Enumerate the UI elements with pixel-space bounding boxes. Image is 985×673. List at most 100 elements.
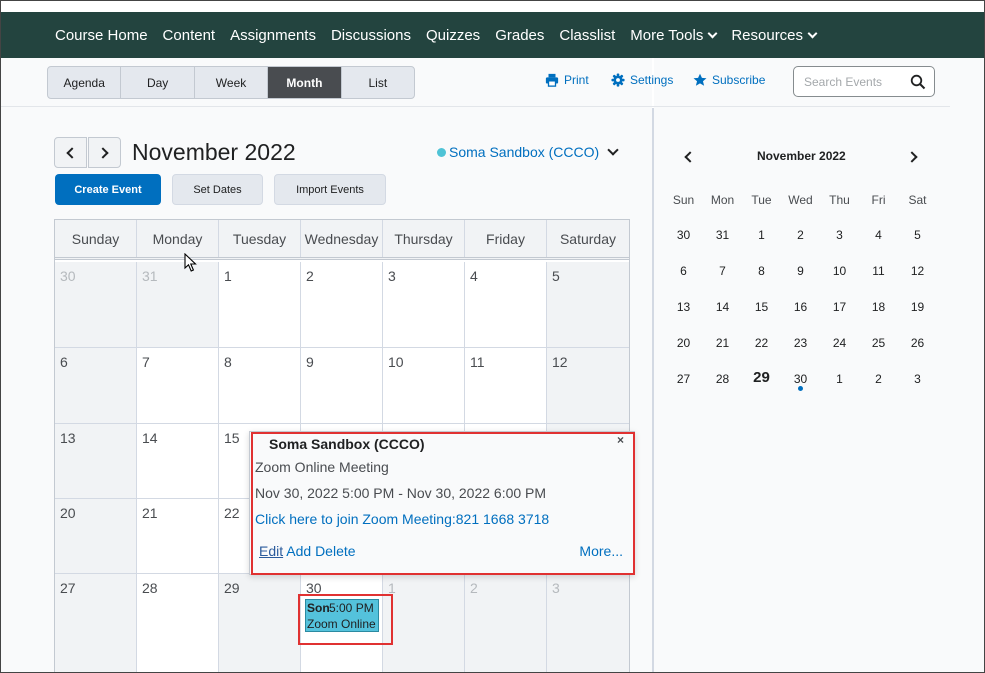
calendar-day-cell[interactable]: 1 (219, 262, 301, 348)
set-dates-button[interactable]: Set Dates (172, 174, 263, 205)
subscribe-link[interactable]: Subscribe (693, 73, 765, 87)
mini-calendar-day[interactable]: 18 (859, 300, 898, 314)
mini-calendar-day[interactable]: 23 (781, 336, 820, 350)
calendar-day-cell[interactable]: 11 (465, 348, 547, 424)
mini-calendar-day[interactable]: 6 (664, 264, 703, 278)
tab-week[interactable]: Week (195, 67, 269, 98)
mini-calendar-day[interactable]: 25 (859, 336, 898, 350)
mini-calendar-day[interactable]: 29 (742, 369, 781, 386)
nav-more-tools[interactable]: More Tools (630, 27, 718, 44)
day-number: 6 (60, 354, 68, 370)
mini-calendar-day[interactable]: 4 (859, 228, 898, 242)
mini-calendar-day[interactable]: 19 (898, 300, 937, 314)
calendar-day-cell[interactable]: 21 (137, 499, 219, 574)
mini-calendar-day[interactable]: 11 (859, 264, 898, 278)
mini-calendar-day[interactable]: 8 (742, 264, 781, 278)
day-number: 28 (142, 580, 158, 596)
tab-list[interactable]: List (342, 67, 414, 98)
mini-calendar-day[interactable]: 14 (703, 300, 742, 314)
calendar-day-cell[interactable]: 14 (137, 424, 219, 499)
calendar-day-cell[interactable]: 27 (55, 574, 137, 673)
day-number: 3 (388, 268, 396, 284)
calendar-day-cell[interactable]: 31 (137, 262, 219, 348)
search-icon[interactable] (910, 74, 926, 90)
mini-calendar-day[interactable]: 12 (898, 264, 937, 278)
mini-calendar-day[interactable]: 5 (898, 228, 937, 242)
mini-calendar-day[interactable]: 2 (859, 372, 898, 386)
mini-calendar-day[interactable]: 15 (742, 300, 781, 314)
calendar-day-cell[interactable]: 8 (219, 348, 301, 424)
calendar-day-cell[interactable]: 7 (137, 348, 219, 424)
mini-calendar-day[interactable]: 30 (781, 372, 820, 386)
calendar-day-cell[interactable]: 30 (55, 262, 137, 348)
nav-discussions[interactable]: Discussions (331, 27, 411, 44)
day-number: 30 (60, 268, 76, 284)
mini-calendar-day[interactable]: 7 (703, 264, 742, 278)
mini-calendar-day[interactable]: 30 (664, 228, 703, 242)
mini-day-header: Tue (751, 193, 772, 207)
nav-assignments[interactable]: Assignments (230, 27, 316, 44)
calendar-day-cell[interactable]: 5 (547, 262, 629, 348)
calendar-day-cell[interactable]: 20 (55, 499, 137, 574)
calendar-day-cell[interactable]: 10 (383, 348, 465, 424)
month-title: November 2022 (132, 139, 296, 165)
chevron-right-icon (97, 146, 109, 159)
mini-calendar-day[interactable]: 10 (820, 264, 859, 278)
day-number: 7 (142, 354, 150, 370)
previous-month-button[interactable] (54, 137, 87, 168)
print-label: Print (564, 73, 589, 87)
search-events-input[interactable] (804, 73, 904, 91)
mini-calendar-day[interactable]: 16 (781, 300, 820, 314)
mini-calendar-day[interactable]: 28 (703, 372, 742, 386)
mini-calendar-day[interactable]: 31 (703, 228, 742, 242)
calendar-day-cell[interactable]: 3 (383, 262, 465, 348)
tab-month[interactable]: Month (268, 67, 342, 98)
nav-grades[interactable]: Grades (495, 27, 544, 44)
tab-agenda[interactable]: Agenda (48, 67, 122, 98)
calendar-day-cell[interactable]: 2 (465, 574, 547, 673)
nav-resources[interactable]: Resources (731, 27, 818, 44)
nav-content[interactable]: Content (163, 27, 216, 44)
tab-day[interactable]: Day (121, 67, 195, 98)
import-events-button[interactable]: Import Events (274, 174, 386, 205)
nav-course-home[interactable]: Course Home (55, 27, 148, 44)
event-indicator-dot (798, 386, 803, 391)
course-navbar: Course Home Content Assignments Discussi… (1, 12, 984, 58)
mini-calendar-day[interactable]: 2 (781, 228, 820, 242)
calendar-day-cell[interactable]: 28 (137, 574, 219, 673)
mini-calendar-day[interactable]: 9 (781, 264, 820, 278)
calendar-day-cell[interactable]: 2 (301, 262, 383, 348)
calendar-day-cell[interactable]: 6 (55, 348, 137, 424)
calendar-day-cell[interactable]: 4 (465, 262, 547, 348)
next-month-button[interactable] (88, 137, 121, 168)
print-link[interactable]: Print (545, 73, 589, 87)
day-number: 20 (60, 505, 76, 521)
mini-calendar-day[interactable]: 3 (898, 372, 937, 386)
calendar-day-cell[interactable]: 9 (301, 348, 383, 424)
calendar-day-cell[interactable]: 29 (219, 574, 301, 673)
settings-label: Settings (630, 73, 674, 87)
mini-calendar-day[interactable]: 24 (820, 336, 859, 350)
mini-calendar-day[interactable]: 21 (703, 336, 742, 350)
mini-calendar-day[interactable]: 13 (664, 300, 703, 314)
day-header: Monday (137, 220, 219, 257)
calendar-day-cell[interactable]: 1 (383, 574, 465, 673)
toolbar-divider (1, 106, 950, 107)
mini-calendar-day[interactable]: 27 (664, 372, 703, 386)
calendar-day-cell[interactable]: 12 (547, 348, 629, 424)
create-event-button[interactable]: Create Event (55, 174, 161, 205)
nav-classlist[interactable]: Classlist (559, 27, 615, 44)
mini-calendar-day[interactable]: 22 (742, 336, 781, 350)
mini-calendar-day[interactable]: 26 (898, 336, 937, 350)
mini-calendar-day[interactable]: 1 (820, 372, 859, 386)
course-selector[interactable]: Soma Sandbox (CCCO) (437, 144, 599, 160)
mini-calendar-day[interactable]: 1 (742, 228, 781, 242)
mini-calendar-day[interactable]: 20 (664, 336, 703, 350)
calendar-day-cell[interactable]: 13 (55, 424, 137, 499)
chevron-down-icon (807, 28, 818, 38)
nav-quizzes[interactable]: Quizzes (426, 27, 480, 44)
calendar-day-cell[interactable]: 3 (547, 574, 629, 673)
mini-calendar-day[interactable]: 17 (820, 300, 859, 314)
settings-link[interactable]: Settings (611, 73, 673, 87)
mini-calendar-day[interactable]: 3 (820, 228, 859, 242)
